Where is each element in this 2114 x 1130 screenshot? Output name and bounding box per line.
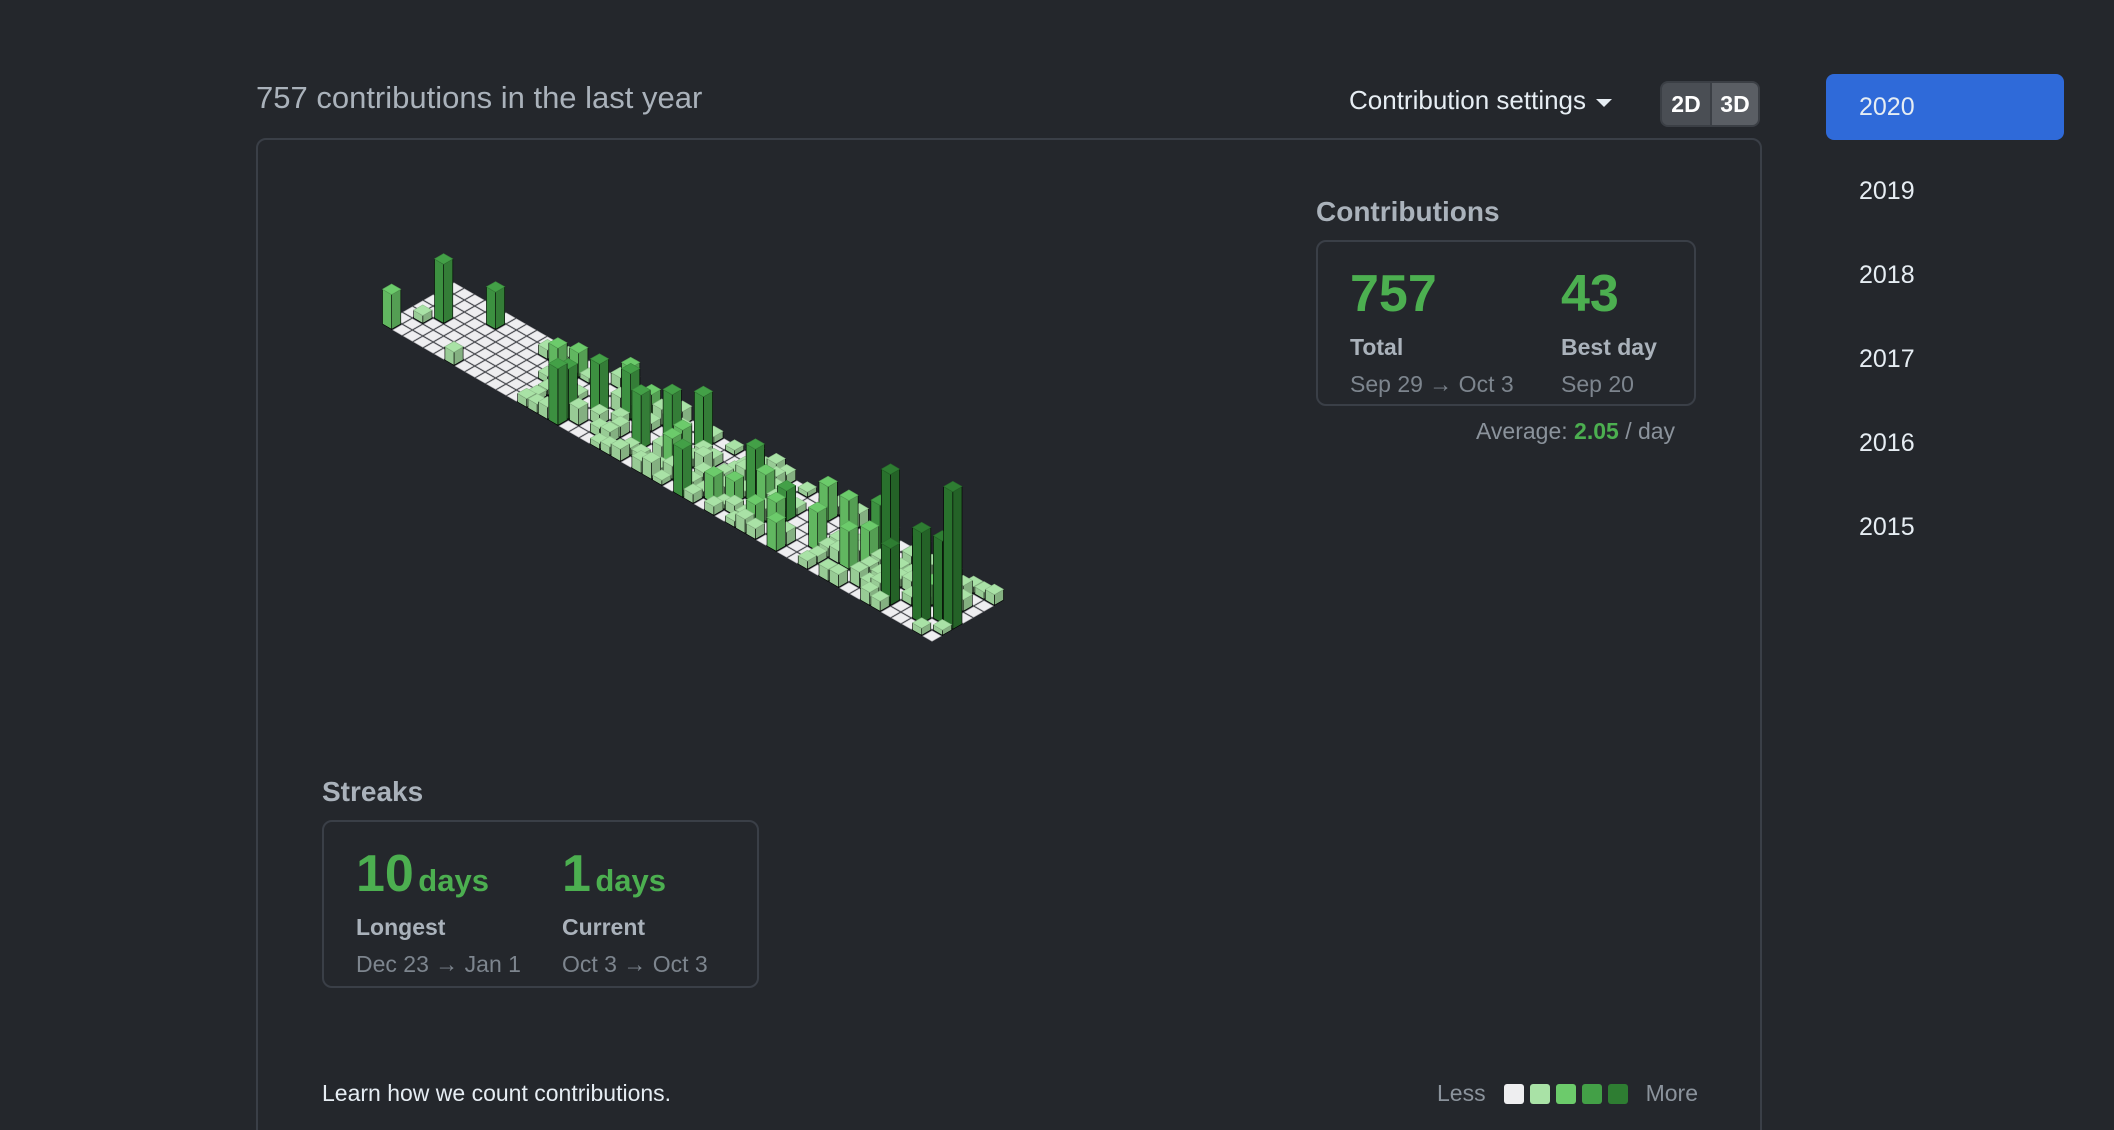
contribution-graph-panel: Contributions 757 Total Sep 29 → Oct 3 4… <box>256 138 1762 1130</box>
year-item-2019[interactable]: 2019 <box>1826 158 2064 224</box>
current-streak-value: 1 <box>562 845 591 903</box>
contribution-cell <box>839 520 859 570</box>
contribution-cell <box>766 511 786 552</box>
best-day-stat: 43 Best day Sep 20 <box>1561 268 1657 398</box>
chevron-down-icon <box>1596 98 1613 107</box>
current-streak-range: Oct 3 → Oct 3 <box>562 951 708 977</box>
longest-streak-range: Dec 23 → Jan 1 <box>356 951 521 977</box>
streaks-stat-box: 10 days Longest Dec 23 → Jan 1 1 days Cu… <box>322 820 759 988</box>
year-item-2015[interactable]: 2015 <box>1826 494 2064 560</box>
longest-streak-value: 10 <box>356 845 414 903</box>
contribution-cell <box>485 281 506 330</box>
contribution-cell <box>444 341 464 366</box>
view-toggle: 2D 3D <box>1660 81 1760 127</box>
year-selector: 2020 2019 2018 2017 2016 2015 <box>1826 74 2064 578</box>
legend-less-label: Less <box>1437 1080 1486 1106</box>
year-item-2020[interactable]: 2020 <box>1826 74 2064 140</box>
longest-streak-unit: days <box>418 863 489 898</box>
contribution-cell <box>381 283 402 330</box>
legend-more-label: More <box>1645 1080 1698 1106</box>
legend-swatch-level2 <box>1555 1083 1576 1104</box>
contribution-cell <box>693 385 714 450</box>
average-per-day: Average: 2.05 / day <box>1476 418 1675 445</box>
contribution-cell <box>569 397 589 426</box>
contribution-cell <box>943 480 963 630</box>
current-streak-label: Current <box>562 914 646 940</box>
best-day-value: 43 <box>1561 265 1619 323</box>
legend-swatch-level1 <box>1529 1083 1550 1104</box>
toggle-2d-button[interactable]: 2D <box>1662 83 1710 125</box>
total-label: Total <box>1350 334 1404 360</box>
best-day-label: Best day <box>1561 334 1657 360</box>
contributions-heading: Contributions <box>1316 196 1500 227</box>
contributions-headline: 757 contributions in the last year <box>256 80 703 115</box>
average-prefix: Average: <box>1476 418 1568 444</box>
total-stat: 757 Total Sep 29 → Oct 3 <box>1350 268 1514 398</box>
best-day-date: Sep 20 <box>1561 371 1634 397</box>
contribution-cell <box>548 357 568 426</box>
current-streak-stat: 1 days Current Oct 3 → Oct 3 <box>562 848 708 978</box>
contribution-cell <box>911 521 932 624</box>
learn-how-we-count-link[interactable]: Learn how we count contributions. <box>322 1080 671 1107</box>
contribution-settings-dropdown[interactable]: Contribution settings <box>1349 85 1613 116</box>
toggle-3d-button[interactable]: 3D <box>1710 83 1758 125</box>
current-streak-unit: days <box>595 863 667 898</box>
contribution-cell <box>610 438 631 462</box>
longest-streak-label: Longest <box>356 914 446 940</box>
year-item-2016[interactable]: 2016 <box>1826 410 2064 476</box>
color-legend: Less More <box>1437 1080 1698 1107</box>
legend-swatch-empty <box>1503 1083 1524 1104</box>
contribution-settings-label: Contribution settings <box>1349 85 1587 115</box>
total-range: Sep 29 → Oct 3 <box>1350 371 1514 397</box>
legend-swatch-level4 <box>1607 1083 1628 1104</box>
contribution-cell <box>433 253 454 324</box>
year-item-2017[interactable]: 2017 <box>1826 326 2064 392</box>
average-suffix: / day <box>1625 418 1676 444</box>
contribution-cell <box>828 563 849 588</box>
longest-streak-stat: 10 days Longest Dec 23 → Jan 1 <box>356 848 521 978</box>
average-value: 2.05 <box>1574 418 1619 444</box>
contributions-stat-box: 757 Total Sep 29 → Oct 3 43 Best day Sep… <box>1316 240 1696 406</box>
total-value: 757 <box>1350 265 1437 323</box>
streaks-heading: Streaks <box>322 776 424 807</box>
legend-swatch-level3 <box>1581 1083 1602 1104</box>
year-item-2018[interactable]: 2018 <box>1826 242 2064 308</box>
